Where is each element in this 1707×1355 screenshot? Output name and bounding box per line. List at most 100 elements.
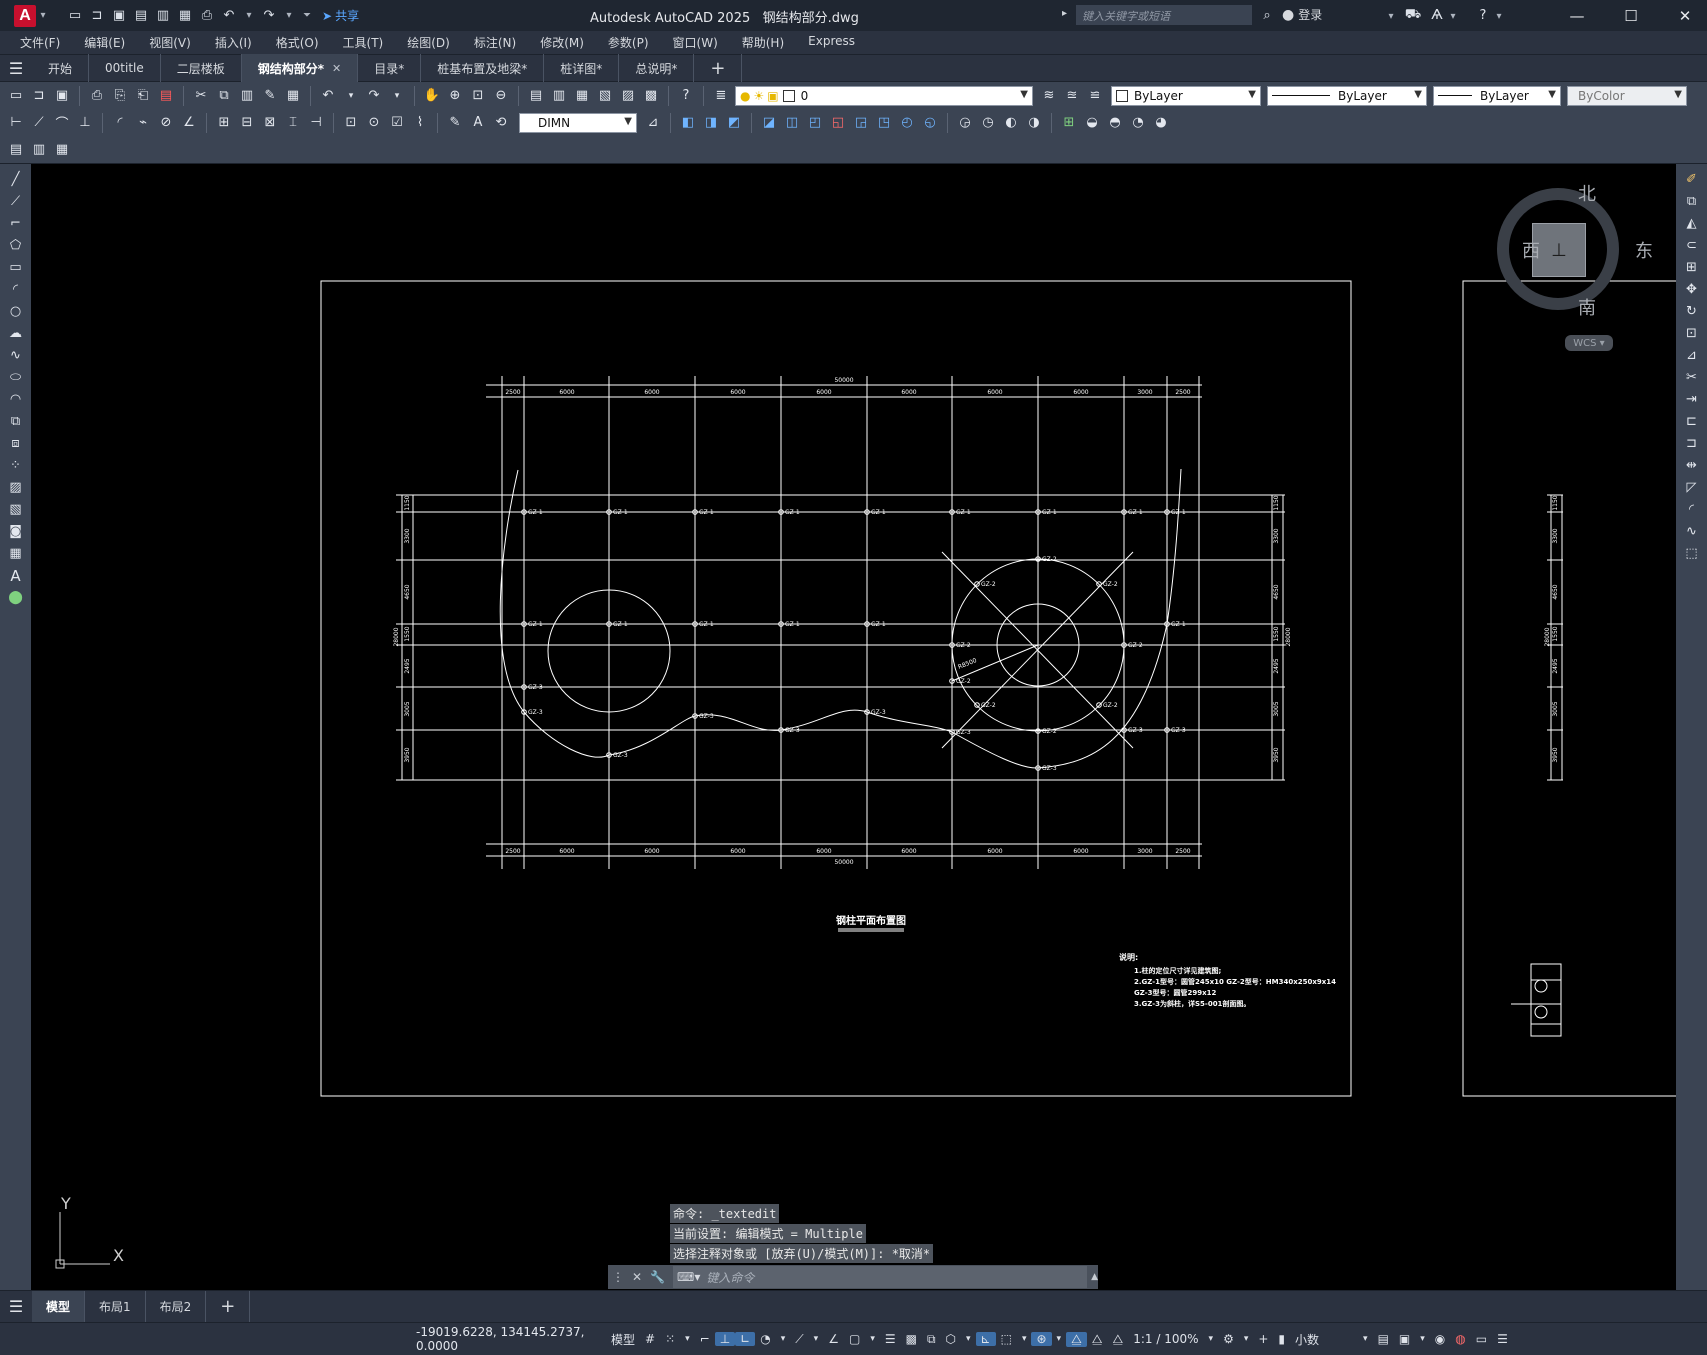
radius-dimension-icon[interactable]: ◜	[110, 113, 130, 133]
dimension-break-icon[interactable]: ⊣	[306, 113, 326, 133]
attribute-extract-icon[interactable]: ▦	[52, 140, 72, 160]
lineweight-dropdown[interactable]: ByLayer ▼	[1433, 85, 1561, 106]
object-snap-tracking-icon[interactable]: ∠	[823, 1332, 844, 1346]
dynamic-ucs-icon[interactable]: ⊾	[975, 1332, 996, 1346]
extrude-icon[interactable]: ◪	[759, 113, 779, 133]
block-attribute-icon[interactable]: ▥	[29, 140, 49, 160]
baseline-dimension-icon[interactable]: ⊟	[237, 113, 257, 133]
close-tab-icon[interactable]: ✕	[332, 62, 341, 75]
selection-cycling-icon[interactable]: ⧉	[922, 1332, 941, 1347]
realistic-icon[interactable]: ◐	[1001, 113, 1021, 133]
tab-model[interactable]: 模型	[32, 1290, 86, 1323]
login-button[interactable]: ● 登录	[1282, 6, 1322, 23]
dynamic-input-icon[interactable]: ⊥	[714, 1332, 736, 1346]
undo-list-icon[interactable]: ▾	[341, 86, 361, 106]
tab-contents[interactable]: 目录*	[358, 54, 422, 82]
erase-icon[interactable]: ✐	[1681, 170, 1703, 189]
tab-second-floor-slab[interactable]: 二层楼板	[161, 54, 242, 82]
layer-states-icon[interactable]: ≌	[1085, 86, 1105, 106]
linear-dimension-icon[interactable]: ⊢	[6, 113, 26, 133]
jogged-linear-icon[interactable]: ⌇	[410, 113, 430, 133]
center-mark-icon[interactable]: ⊙	[364, 113, 384, 133]
isodraft-icon[interactable]: ⟋	[790, 1332, 808, 1347]
open-file-icon[interactable]: ⊐	[88, 7, 106, 25]
new-file-icon[interactable]: ▭	[66, 7, 84, 25]
chamfer-icon[interactable]: ◸	[1681, 478, 1703, 497]
autocad-app-icon[interactable]: A	[14, 4, 36, 27]
publish-3d-icon[interactable]: ▤	[156, 86, 176, 106]
paste-icon[interactable]: ▥	[237, 86, 257, 106]
design-center-icon[interactable]: ▥	[549, 86, 569, 106]
cart-icon[interactable]: ⛟	[1404, 6, 1422, 24]
redo-list-icon[interactable]: ▾	[387, 86, 407, 106]
tab-pile-detail[interactable]: 桩详图*	[544, 54, 620, 82]
polyline-icon[interactable]: ⌐	[5, 214, 27, 233]
tab-general-notes[interactable]: 总说明*	[619, 54, 695, 82]
aligned-dimension-icon[interactable]: ⟋	[29, 113, 49, 133]
customize-command-line-icon[interactable]: 🔧	[650, 1270, 665, 1284]
menu-modify[interactable]: 修改(M)	[528, 34, 596, 51]
fillet-icon[interactable]: ◜	[1681, 500, 1703, 519]
isolate-objects-icon[interactable]: ◉	[1430, 1332, 1450, 1346]
viewcube-south[interactable]: 南	[1578, 294, 1596, 320]
match-properties-icon[interactable]: ✎	[260, 86, 280, 106]
lineweight-display-icon[interactable]: ☰	[880, 1332, 901, 1346]
sheet-set-icon[interactable]: ▧	[595, 86, 615, 106]
layer-properties-icon[interactable]: ≣	[711, 86, 731, 106]
command-history-toggle-icon[interactable]: ▲	[1091, 1272, 1098, 1282]
move-icon[interactable]: ✥	[1681, 280, 1703, 299]
annotation-scale-value[interactable]: 1:1 / 100%	[1128, 1332, 1203, 1346]
viewcube-east[interactable]: 东	[1635, 237, 1653, 263]
units-value[interactable]: 小数	[1290, 1331, 1358, 1348]
break-icon[interactable]: ⊐	[1681, 434, 1703, 453]
stretch-icon[interactable]: ⊿	[1681, 346, 1703, 365]
block-editor-icon[interactable]: ▦	[283, 86, 303, 106]
grid-icon[interactable]: #	[640, 1332, 660, 1346]
visual-style-icon[interactable]: ◶	[955, 113, 975, 133]
zoom-realtime-icon[interactable]: ⊕	[445, 86, 465, 106]
add-selected-icon[interactable]: ⬤	[5, 588, 27, 607]
drawing-canvas[interactable]: GZ-1 GZ-1 GZ-1 GZ-1 GZ-1 GZ-1 GZ-1 GZ-1 GZ-1 GZ-1…	[31, 164, 1676, 1290]
table-icon[interactable]: ▦	[5, 544, 27, 563]
menu-window[interactable]: 窗口(W)	[661, 34, 730, 51]
tool-palettes-icon[interactable]: ▦	[572, 86, 592, 106]
hardware-acceleration-icon[interactable]: ◍	[1450, 1332, 1470, 1346]
menu-help[interactable]: 帮助(H)	[730, 34, 796, 51]
tab-start[interactable]: 开始	[32, 54, 90, 82]
ucs-object-icon[interactable]: ◕	[1151, 113, 1171, 133]
undo-icon[interactable]: ↶	[220, 7, 238, 25]
tolerance-icon[interactable]: ⊡	[341, 113, 361, 133]
search-expand-icon[interactable]: ▸	[1062, 8, 1067, 19]
login-dropdown-icon[interactable]: ▾	[1384, 7, 1398, 25]
loft-icon[interactable]: ◲	[851, 113, 871, 133]
properties-icon[interactable]: ▤	[526, 86, 546, 106]
trim-icon[interactable]: ✂	[1681, 368, 1703, 387]
apps-dropdown-icon[interactable]: ▾	[1446, 7, 1460, 25]
make-current-layer-icon[interactable]: ≋	[1039, 86, 1059, 106]
quick-properties-icon[interactable]: ▤	[1373, 1332, 1394, 1346]
open-web-icon[interactable]: ▥	[154, 7, 172, 25]
break-at-point-icon[interactable]: ⊏	[1681, 412, 1703, 431]
construction-line-icon[interactable]: ⟋	[5, 192, 27, 211]
object-snap-icon[interactable]: ▢	[844, 1332, 865, 1346]
tab-layout2[interactable]: 布局2	[146, 1290, 207, 1323]
save-as-icon[interactable]: ▤	[132, 7, 150, 25]
cut-icon[interactable]: ✂	[191, 86, 211, 106]
scale-dropdown-icon[interactable]: ▾	[1204, 1334, 1219, 1344]
maximize-window-icon[interactable]: ☐	[1609, 7, 1653, 25]
rectangle-icon[interactable]: ▭	[5, 258, 27, 277]
save-icon[interactable]: ▣	[110, 7, 128, 25]
layer-dropdown[interactable]: ● ☀ ▣ 0 ▼	[735, 85, 1033, 106]
annotation-monitor-icon[interactable]: +	[1253, 1332, 1273, 1346]
viewcube-north[interactable]: 北	[1578, 180, 1596, 206]
layout-tabs-menu-icon[interactable]: ☰	[0, 1297, 32, 1316]
redo-dropdown-icon[interactable]: ▾	[282, 7, 296, 25]
menu-edit[interactable]: 编辑(E)	[72, 34, 137, 51]
menu-dimension[interactable]: 标注(N)	[462, 34, 528, 51]
region-icon[interactable]: ◙	[5, 522, 27, 541]
model-space-button[interactable]: 模型	[606, 1331, 640, 1348]
autodesk-apps-icon[interactable]: Ѧ	[1428, 6, 1446, 24]
extend-icon[interactable]: ⇥	[1681, 390, 1703, 409]
intersect-icon[interactable]: ◵	[920, 113, 940, 133]
selection-filter-dropdown-icon[interactable]: ▾	[1017, 1334, 1032, 1344]
